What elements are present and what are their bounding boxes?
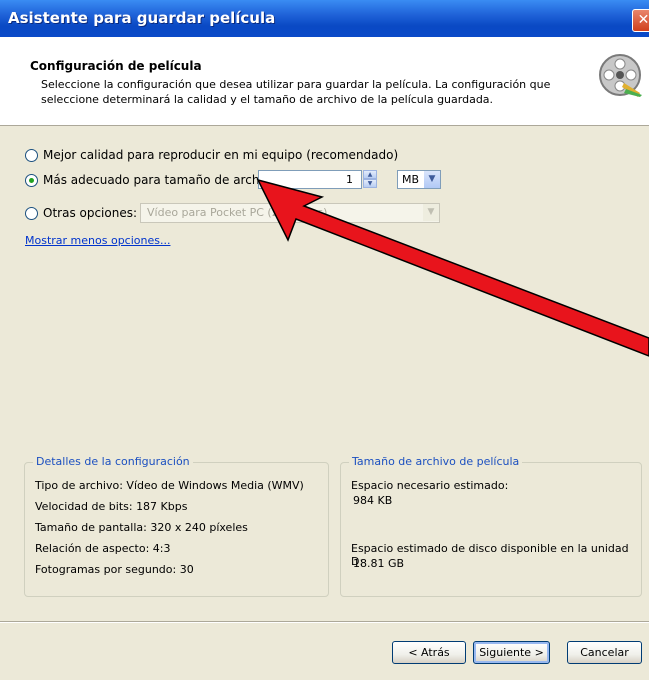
annotation-arrow	[256, 178, 649, 357]
